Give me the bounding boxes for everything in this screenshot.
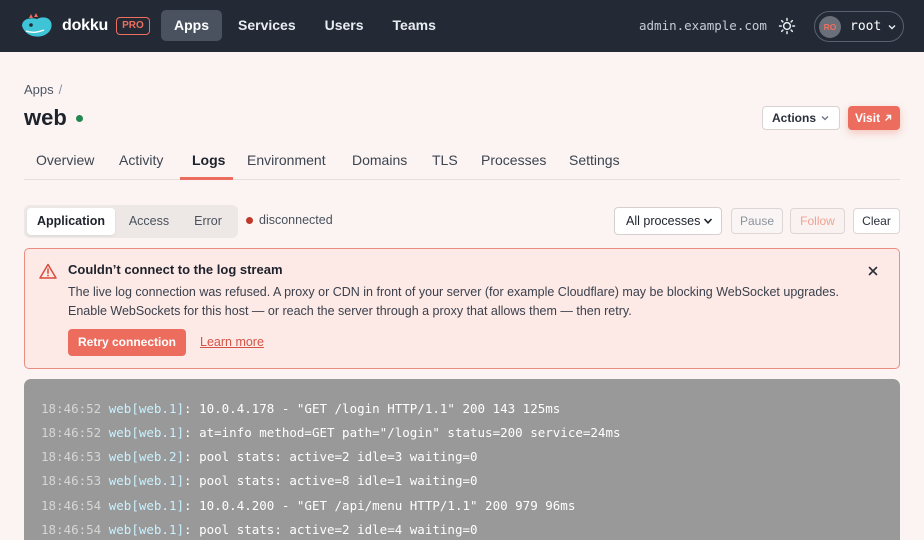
chevron-down-icon <box>821 116 829 121</box>
app-status-dot <box>76 115 83 122</box>
stream-application[interactable]: Application <box>27 208 115 235</box>
stream-error[interactable]: Error <box>182 208 234 235</box>
warning-triangle-icon <box>39 263 57 279</box>
breadcrumb-apps[interactable]: Apps <box>24 82 54 97</box>
log-line: 18:46:53 web[web.2]: pool stats: active=… <box>41 448 478 466</box>
nav-services[interactable]: Services <box>225 10 309 41</box>
log-line: 18:46:54 web[web.1]: 10.0.4.200 - "GET /… <box>41 497 575 515</box>
connection-status-dot <box>246 217 253 224</box>
log-source: web[web.1] <box>108 425 185 440</box>
actions-button[interactable]: Actions <box>762 106 840 130</box>
tab-settings[interactable]: Settings <box>569 152 620 168</box>
log-message: : 10.0.4.200 - "GET /api/menu HTTP/1.1" … <box>184 498 576 513</box>
log-message: : pool stats: active=2 idle=3 waiting=0 <box>184 449 478 464</box>
log-timestamp: 18:46:53 <box>41 449 102 464</box>
external-link-icon <box>885 114 892 121</box>
sun-icon[interactable] <box>778 17 796 35</box>
alert-title: Couldn’t connect to the log stream <box>68 262 283 277</box>
log-line: 18:46:53 web[web.1]: pool stats: active=… <box>41 472 478 490</box>
chevron-down-icon <box>888 24 896 29</box>
host-name: admin.example.com <box>639 18 767 33</box>
log-timestamp: 18:46:53 <box>41 473 102 488</box>
page-title: web <box>24 105 67 130</box>
log-stream-switcher: Application Access Error <box>24 205 238 238</box>
log-source: web[web.1] <box>108 498 185 513</box>
log-output[interactable]: 18:46:52 web[web.1]: 10.0.4.178 - "GET /… <box>24 379 900 540</box>
follow-button[interactable]: Follow <box>790 208 845 234</box>
pause-button[interactable]: Pause <box>731 208 783 234</box>
log-line: 18:46:54 web[web.1]: pool stats: active=… <box>41 521 478 539</box>
log-message: : pool stats: active=8 idle=1 waiting=0 <box>184 473 478 488</box>
clear-button[interactable]: Clear <box>853 208 900 234</box>
log-timestamp: 18:46:54 <box>41 522 102 537</box>
whale-logo-icon <box>22 13 52 37</box>
alert-body-line: The live log connection was refused. A p… <box>68 285 839 299</box>
breadcrumb: Apps / <box>24 82 62 97</box>
log-line: 18:46:52 web[web.1]: at=info method=GET … <box>41 424 621 442</box>
alert-body-line: Enable WebSockets for this host — or rea… <box>68 304 632 318</box>
connection-status: disconnected <box>259 213 333 227</box>
log-timestamp: 18:46:54 <box>41 498 102 513</box>
process-filter-value: All processes <box>626 214 701 228</box>
visit-label: Visit <box>854 111 881 125</box>
log-source: web[web.1] <box>108 473 185 488</box>
active-tab-indicator <box>180 177 233 180</box>
chevron-down-icon <box>703 218 713 224</box>
log-source: web[web.2] <box>108 449 185 464</box>
connection-error-alert: Couldn’t connect to the log stream The l… <box>24 248 900 369</box>
tab-domains[interactable]: Domains <box>352 152 407 168</box>
avatar: RO <box>819 15 841 38</box>
alert-body: The live log connection was refused. A p… <box>68 283 868 321</box>
nav-users[interactable]: Users <box>312 10 377 41</box>
log-message: : at=info method=GET path="/login" statu… <box>184 425 621 440</box>
process-filter-select[interactable]: All processes <box>614 207 722 235</box>
log-timestamp: 18:46:52 <box>41 425 102 440</box>
app-tabs: Overview Activity Logs Environment Domai… <box>24 142 900 180</box>
nav-apps[interactable]: Apps <box>161 10 222 41</box>
log-message: : 10.0.4.178 - "GET /login HTTP/1.1" 200… <box>184 401 561 416</box>
nav-teams[interactable]: Teams <box>380 10 449 41</box>
user-menu[interactable]: RO root <box>814 11 904 42</box>
top-navbar: dokku PRO Apps Services Users Teams admi… <box>0 0 924 52</box>
brand-logo[interactable]: dokku PRO <box>20 13 150 39</box>
breadcrumb-separator: / <box>58 82 63 97</box>
tab-overview[interactable]: Overview <box>36 152 94 168</box>
brand-name: dokku <box>62 17 109 34</box>
actions-label: Actions <box>771 111 816 125</box>
main-nav: Apps Services Users Teams <box>161 10 452 41</box>
tab-processes[interactable]: Processes <box>481 152 546 168</box>
tab-environment[interactable]: Environment <box>247 152 326 168</box>
stream-access[interactable]: Access <box>118 208 180 235</box>
tab-logs[interactable]: Logs <box>192 152 225 168</box>
log-source: web[web.1] <box>108 401 185 416</box>
learn-more-link[interactable]: Learn more <box>200 335 264 349</box>
visit-button[interactable]: Visit <box>848 106 900 130</box>
tab-activity[interactable]: Activity <box>119 152 163 168</box>
pro-badge: PRO <box>116 17 150 35</box>
user-name: root <box>850 19 882 34</box>
log-timestamp: 18:46:52 <box>41 401 102 416</box>
close-icon[interactable] <box>868 266 878 276</box>
log-line: 18:46:52 web[web.1]: 10.0.4.178 - "GET /… <box>41 400 560 418</box>
retry-connection-button[interactable]: Retry connection <box>68 329 186 356</box>
log-message: : pool stats: active=2 idle=4 waiting=0 <box>184 522 478 537</box>
log-source: web[web.1] <box>108 522 185 537</box>
tab-tls[interactable]: TLS <box>432 152 458 168</box>
